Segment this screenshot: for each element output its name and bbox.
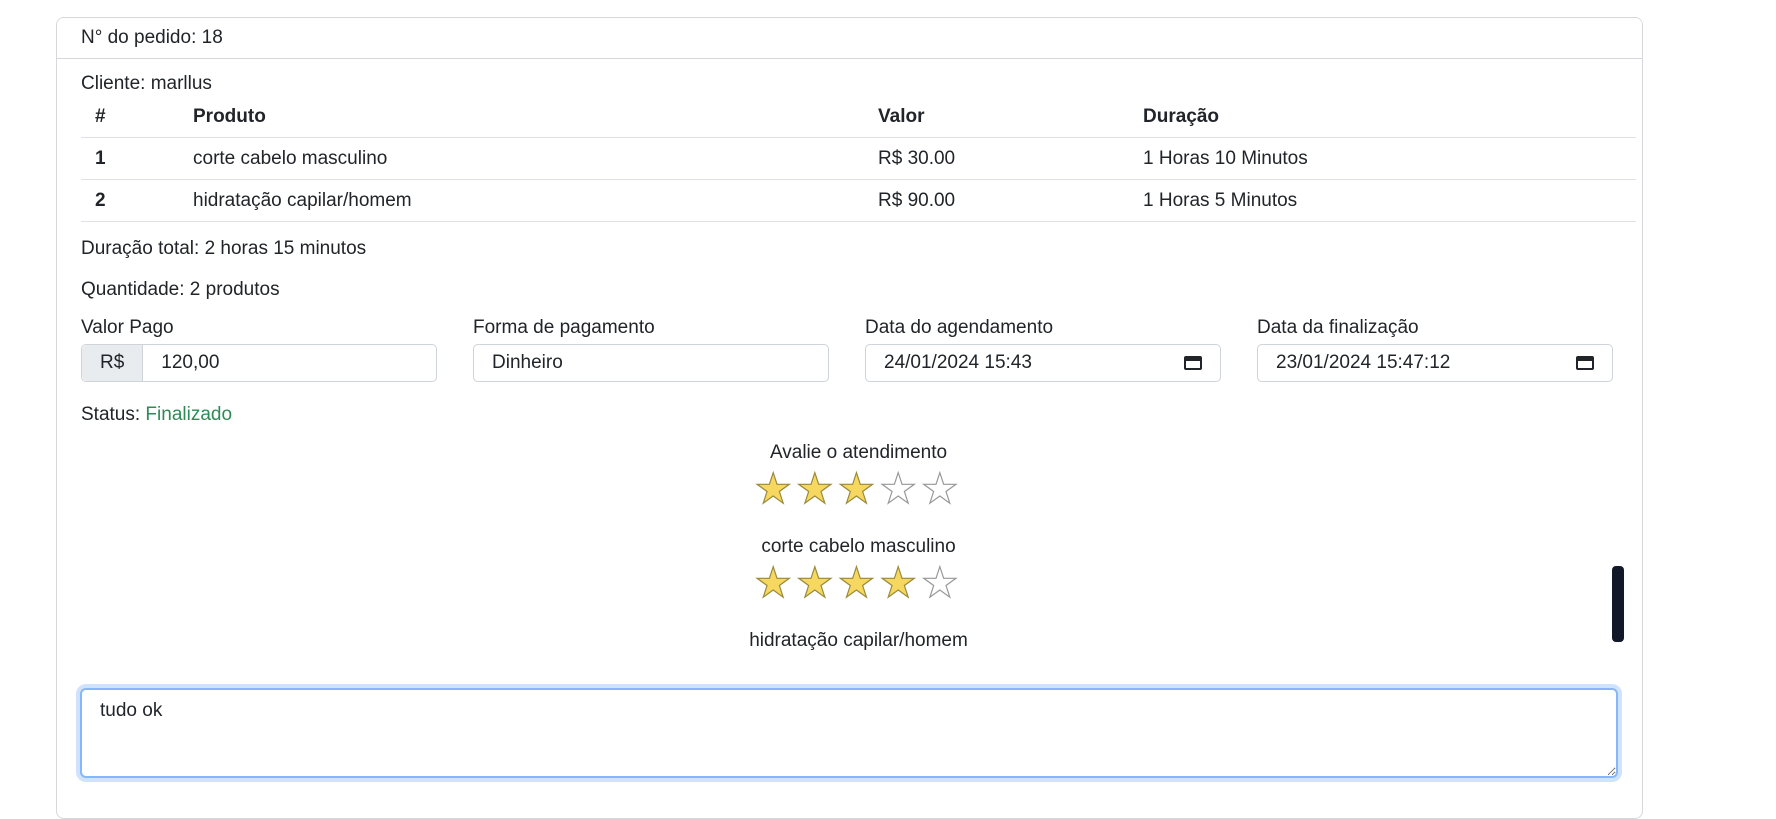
calendar-icon[interactable] [1576, 356, 1594, 370]
payment-fields: Valor Pago R$ 120,00 Forma de pagamento … [81, 316, 1618, 382]
rating-title: Avalie o atendimento [769, 442, 948, 463]
client-name: Cliente: marllus [81, 73, 212, 94]
row-duration: 1 Horas 5 Minutos [1129, 179, 1636, 222]
valor-pago-input[interactable]: R$ 120,00 [81, 344, 437, 382]
currency-prefix: R$ [82, 345, 144, 381]
row-index: 2 [81, 179, 179, 222]
forma-pagamento-value: Dinheiro [492, 352, 563, 373]
table-row: 1 corte cabelo masculino R$ 30.00 1 Hora… [81, 137, 1636, 180]
order-number: N° do pedido: 18 [57, 18, 1642, 59]
star-icon[interactable]: ★ [920, 465, 963, 512]
data-agendamento-group: Data do agendamento 24/01/2024 15:43 [865, 316, 1221, 382]
star-icon[interactable]: ★ [837, 559, 880, 606]
col-value-header: Valor [864, 97, 1129, 138]
data-finalizacao-label: Data da finalização [1257, 317, 1419, 338]
valor-pago-label: Valor Pago [81, 317, 174, 338]
star-icon[interactable]: ★ [754, 559, 796, 606]
star-icon[interactable]: ★ [879, 465, 921, 512]
quantity: Quantidade: 2 produtos [81, 279, 280, 300]
row-duration: 1 Horas 10 Minutos [1129, 137, 1636, 180]
valor-pago-group: Valor Pago R$ 120,00 [81, 316, 437, 382]
comment-textarea[interactable]: tudo ok [80, 688, 1618, 778]
status-value: Finalizado [145, 404, 233, 425]
data-finalizacao-group: Data da finalização 23/01/2024 15:47:12 [1257, 316, 1613, 382]
col-index-header: # [81, 97, 179, 138]
order-body: Cliente: marllus # Produto Valor Duração… [57, 73, 1642, 654]
star-icon[interactable]: ★ [837, 465, 880, 512]
calendar-icon[interactable] [1184, 356, 1202, 370]
duration-total: Duração total: 2 horas 15 minutos [81, 238, 367, 259]
star-rating: ★★★★★ [81, 559, 1636, 606]
status-label: Status: [81, 404, 146, 425]
col-duration-header: Duração [1129, 97, 1636, 138]
forma-pagamento-input[interactable]: Dinheiro [473, 344, 829, 382]
products-table: # Produto Valor Duração 1 corte cabelo m… [81, 97, 1636, 222]
forma-pagamento-group: Forma de pagamento Dinheiro [473, 316, 829, 382]
rating-service: Avalie o atendimento ★★★★★ [81, 440, 1636, 512]
data-finalizacao-value: 23/01/2024 15:47:12 [1276, 352, 1451, 373]
star-icon[interactable]: ★ [879, 559, 921, 606]
data-agendamento-value: 24/01/2024 15:43 [884, 352, 1032, 373]
star-icon[interactable]: ★ [795, 559, 838, 606]
data-agendamento-label: Data do agendamento [865, 317, 1054, 338]
star-icon[interactable]: ★ [795, 465, 838, 512]
col-product-header: Produto [179, 97, 864, 138]
table-row: 2 hidratação capilar/homem R$ 90.00 1 Ho… [81, 179, 1636, 222]
table-header-row: # Produto Valor Duração [81, 97, 1636, 138]
data-finalizacao-input[interactable]: 23/01/2024 15:47:12 [1257, 344, 1613, 382]
star-rating: ★★★★★ [81, 465, 1636, 512]
rating-title: hidratação capilar/homem [749, 630, 968, 651]
data-agendamento-input[interactable]: 24/01/2024 15:43 [865, 344, 1221, 382]
rating-title: corte cabelo masculino [761, 536, 956, 557]
row-product: hidratação capilar/homem [179, 179, 864, 222]
row-value: R$ 90.00 [864, 179, 1129, 222]
row-index: 1 [81, 137, 179, 180]
rating-product-2: hidratação capilar/homem [81, 628, 1636, 654]
valor-pago-value: 120,00 [161, 352, 220, 373]
star-icon[interactable]: ★ [754, 465, 796, 512]
row-value: R$ 30.00 [864, 137, 1129, 180]
status-line: Status: Finalizado [81, 404, 1618, 428]
row-product: corte cabelo masculino [179, 137, 864, 180]
star-icon[interactable]: ★ [920, 559, 963, 606]
rating-product-1: corte cabelo masculino ★★★★★ [81, 534, 1636, 606]
forma-pagamento-label: Forma de pagamento [473, 317, 655, 338]
scrollbar-thumb[interactable] [1612, 566, 1624, 642]
